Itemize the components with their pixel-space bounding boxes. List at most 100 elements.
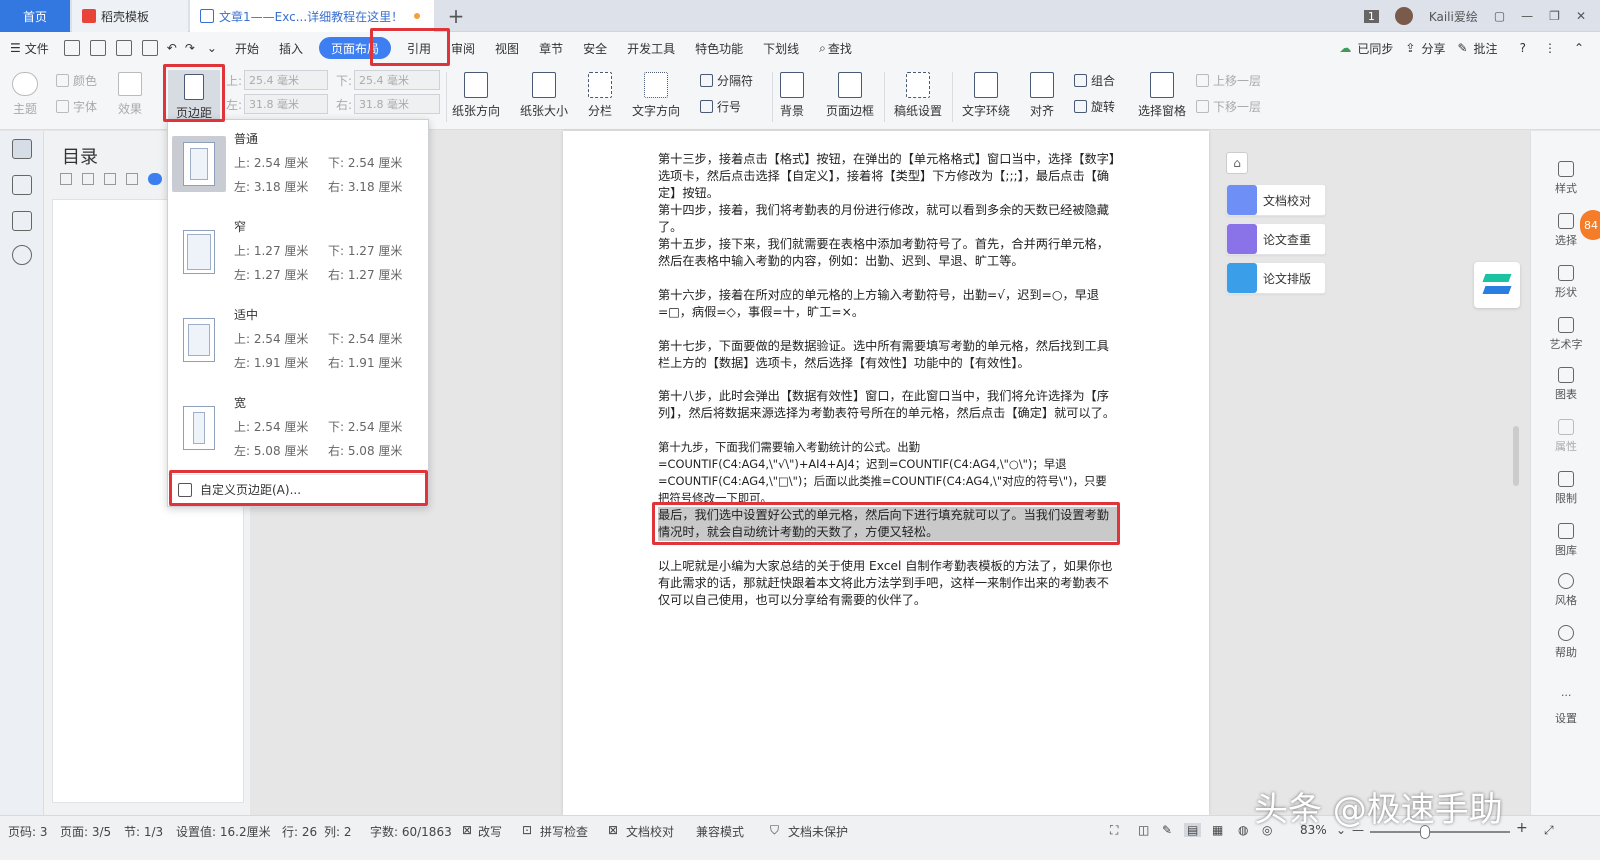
redo-icon[interactable]: ↷ bbox=[181, 32, 199, 64]
line-number-button[interactable]: 行号 bbox=[700, 98, 741, 115]
toc-icon[interactable] bbox=[12, 139, 32, 159]
left-margin-input[interactable]: 31.8 毫米 bbox=[244, 94, 328, 114]
paragraph[interactable]: 第十六步，接着在所对应的单元格的上方输入考勤符号，出勤=√，迟到=○，早退=□，… bbox=[658, 287, 1118, 321]
skin-icon[interactable]: ▢ bbox=[1494, 9, 1505, 23]
proofread-button[interactable]: 文档校对 bbox=[1226, 184, 1326, 216]
group-button[interactable]: 组合 bbox=[1074, 72, 1115, 89]
status-page-code[interactable]: 页码: 3 bbox=[8, 823, 48, 840]
paper-format-button[interactable]: 论文排版 bbox=[1226, 262, 1326, 294]
add-heading-icon[interactable] bbox=[104, 173, 116, 185]
web-view-icon[interactable]: ◍ bbox=[1238, 823, 1248, 837]
paragraph[interactable]: 第十五步，接下来，我们就需要在表格中添加考勤符号了。首先，合并两行单元格，然后在… bbox=[658, 236, 1118, 270]
new-tab-button[interactable]: + bbox=[444, 0, 468, 32]
menu-insert[interactable]: 插入 bbox=[269, 32, 313, 64]
minimize-icon[interactable]: — bbox=[1521, 9, 1533, 23]
toggle-icon[interactable] bbox=[148, 173, 162, 185]
bottom-margin-input[interactable]: 25.4 毫米 bbox=[354, 70, 440, 90]
settings-tool[interactable]: ··· 设置 bbox=[1531, 690, 1600, 726]
styles-tool[interactable]: 样式 bbox=[1531, 161, 1600, 196]
right-margin-input[interactable]: 31.8 毫米 bbox=[354, 94, 440, 114]
paragraph[interactable]: 第十九步，下面我们需要输入考勤统计的公式。出勤=COUNTIF(C4:AG4,\… bbox=[658, 439, 1118, 507]
paragraph[interactable]: 第十八步，此时会弹出【数据有效性】窗口，在此窗口当中，我们将允许选择为【序列】，… bbox=[658, 388, 1118, 422]
bookmark-icon[interactable] bbox=[12, 211, 32, 231]
align-button[interactable]: 对齐 bbox=[1030, 72, 1054, 119]
menu-home[interactable]: 开始 bbox=[225, 32, 269, 64]
tab-home[interactable]: 首页 bbox=[0, 0, 70, 32]
status-row[interactable]: 行: 26 bbox=[282, 823, 317, 840]
page-border-button[interactable]: 页面边框 bbox=[826, 72, 874, 119]
bring-forward-button[interactable]: 上移一层 bbox=[1196, 72, 1261, 89]
reading-mode-icon[interactable]: ◫ bbox=[1138, 823, 1149, 837]
text-direction-button[interactable]: 文字方向 bbox=[632, 72, 680, 119]
status-setting[interactable]: 设置值: 16.2厘米 bbox=[176, 823, 271, 840]
paragraph[interactable]: 第十四步，接着，我们将考勤表的月份进行修改，就可以看到多余的天数已经被隐藏了。 bbox=[658, 202, 1118, 236]
zoom-fit-icon[interactable]: ⤢ bbox=[1544, 823, 1554, 838]
zoom-in-icon[interactable]: + bbox=[1516, 820, 1528, 836]
collapse-ribbon-icon[interactable]: ⌃ bbox=[1568, 32, 1590, 64]
pages-icon[interactable] bbox=[12, 175, 32, 195]
gallery-tool[interactable]: 图库 bbox=[1531, 523, 1600, 558]
break-button[interactable]: 分隔符 bbox=[700, 72, 753, 89]
outline-view-icon[interactable]: ▦ bbox=[1212, 823, 1223, 837]
style-tool[interactable]: 风格 bbox=[1531, 573, 1600, 608]
write-mode-icon[interactable]: ✎ bbox=[1162, 823, 1172, 837]
menu-page-layout[interactable]: 页面布局 bbox=[319, 37, 392, 59]
shapes-tool[interactable]: 形状 bbox=[1531, 265, 1600, 300]
status-revise[interactable]: 改写 bbox=[478, 823, 502, 840]
collapse-all-icon[interactable] bbox=[60, 173, 72, 185]
search-icon[interactable]: ⌕ bbox=[809, 32, 828, 64]
share-icon[interactable]: ⇪ bbox=[1405, 32, 1415, 64]
print-icon[interactable] bbox=[115, 40, 132, 56]
effect-button[interactable]: 效果 bbox=[118, 72, 142, 117]
rotate-button[interactable]: 旋转 bbox=[1074, 98, 1115, 115]
comment-icon[interactable]: ✎ bbox=[1457, 32, 1467, 64]
theme-button[interactable]: 主题 bbox=[12, 72, 38, 117]
margin-button[interactable]: 页边距 bbox=[168, 70, 220, 124]
custom-margin-button[interactable]: 自定义页边距(A)... bbox=[168, 474, 428, 504]
hamburger-icon[interactable]: ☰ bbox=[0, 32, 25, 64]
top-margin-input[interactable]: 25.4 毫米 bbox=[244, 70, 328, 90]
plagiarism-button[interactable]: 论文查重 bbox=[1226, 223, 1326, 255]
background-button[interactable]: 背景 bbox=[780, 72, 804, 119]
fullscreen-icon[interactable]: ⛶ bbox=[1110, 823, 1118, 838]
app-logo-icon[interactable] bbox=[1474, 262, 1520, 308]
notification-badge[interactable]: 84 bbox=[1580, 210, 1600, 240]
print-preview-icon[interactable] bbox=[141, 40, 158, 56]
save-icon[interactable] bbox=[63, 40, 80, 56]
find-icon[interactable] bbox=[12, 245, 32, 265]
margin-option-narrow[interactable]: 窄 上: 1.27 厘米 下: 1.27 厘米 左: 1.27 厘米 右: 1.… bbox=[168, 208, 428, 295]
paragraph[interactable]: 第十三步，接着点击【格式】按钮，在弹出的【单元格格式】窗口当中，选择【数字】选项… bbox=[658, 151, 1118, 202]
paper-size-button[interactable]: 纸张大小 bbox=[520, 72, 568, 119]
customize-dropdown-icon[interactable]: ⌄ bbox=[199, 32, 225, 64]
menu-search[interactable]: 查找 bbox=[828, 32, 862, 64]
menu-review[interactable]: 审阅 bbox=[441, 32, 485, 64]
expand-all-icon[interactable] bbox=[82, 173, 94, 185]
selected-paragraph[interactable]: 最后，我们选中设置好公式的单元格，然后向下进行填充就可以了。当我们设置考勤情况时… bbox=[658, 507, 1118, 541]
status-section[interactable]: 节: 1/3 bbox=[124, 823, 163, 840]
close-icon[interactable]: ✕ bbox=[1576, 9, 1586, 23]
status-words[interactable]: 字数: 60/1863 bbox=[370, 823, 452, 840]
status-spell[interactable]: 拼写检查 bbox=[540, 823, 588, 840]
properties-tool[interactable]: 属性 bbox=[1531, 419, 1600, 454]
menu-security[interactable]: 安全 bbox=[573, 32, 617, 64]
collapse-panel-icon[interactable]: ⌂ bbox=[1226, 152, 1248, 174]
margin-option-wide[interactable]: 宽 上: 2.54 厘米 下: 2.54 厘米 左: 5.08 厘米 右: 5.… bbox=[168, 384, 428, 471]
menu-view[interactable]: 视图 bbox=[485, 32, 529, 64]
menu-underline[interactable]: 下划线 bbox=[753, 32, 809, 64]
restrict-tool[interactable]: 限制 bbox=[1531, 471, 1600, 506]
menu-references[interactable]: 引用 bbox=[397, 32, 441, 64]
menu-special[interactable]: 特色功能 bbox=[685, 32, 753, 64]
font-button[interactable]: 字体 bbox=[56, 98, 97, 115]
send-backward-button[interactable]: 下移一层 bbox=[1196, 98, 1261, 115]
paragraph[interactable]: 第十七步，下面要做的是数据验证。选中所有需要填写考勤的单元格，然后找到工具栏上方… bbox=[658, 338, 1118, 372]
status-page[interactable]: 页面: 3/5 bbox=[60, 823, 111, 840]
help-tool[interactable]: 帮助 bbox=[1531, 625, 1600, 660]
selection-pane-button[interactable]: 选择窗格 bbox=[1138, 72, 1186, 119]
wrap-button[interactable]: 文字环绕 bbox=[962, 72, 1010, 119]
user-name[interactable]: Kaili爱绘 bbox=[1429, 8, 1478, 25]
avatar[interactable] bbox=[1394, 7, 1413, 25]
orientation-button[interactable]: 纸张方向 bbox=[452, 72, 500, 119]
remove-heading-icon[interactable] bbox=[126, 173, 138, 185]
menu-file[interactable]: 文件 bbox=[25, 32, 59, 64]
wordart-tool[interactable]: 艺术字 bbox=[1531, 317, 1600, 352]
